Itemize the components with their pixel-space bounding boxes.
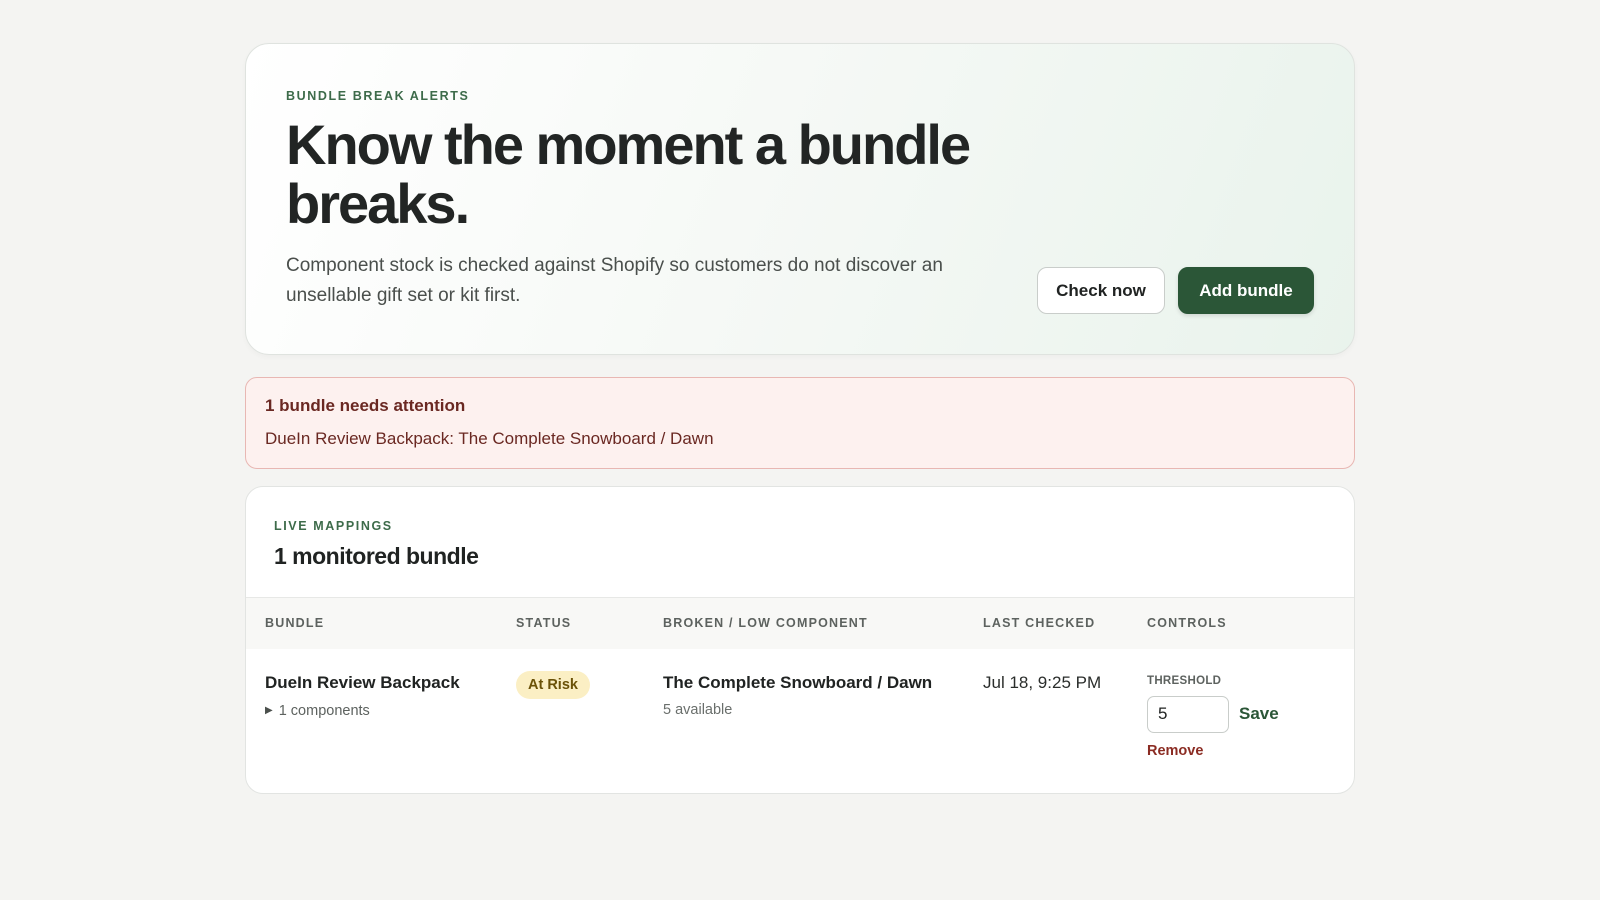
- attention-alert: 1 bundle needs attention DueIn Review Ba…: [245, 377, 1355, 469]
- disclosure-triangle-icon: ▶: [265, 705, 273, 716]
- column-header-component: BROKEN / LOW COMPONENT: [663, 616, 868, 631]
- page: BUNDLE BREAK ALERTS Know the moment a bu…: [245, 0, 1355, 794]
- cell-bundle: DueIn Review Backpack ▶ 1 components: [246, 649, 516, 759]
- components-count: 1 components: [278, 702, 370, 719]
- column-header-last-checked: LAST CHECKED: [983, 616, 1096, 631]
- status-badge: At Risk: [516, 670, 590, 699]
- column-header-controls: CONTROLS: [1147, 616, 1227, 631]
- mappings-header: LIVE MAPPINGS 1 monitored bundle: [246, 487, 1354, 597]
- threshold-input[interactable]: [1147, 695, 1229, 733]
- remove-button[interactable]: Remove: [1147, 743, 1354, 759]
- mappings-eyebrow: LIVE MAPPINGS: [274, 519, 393, 533]
- hero-eyebrow: BUNDLE BREAK ALERTS: [286, 89, 470, 103]
- threshold-row: Save: [1147, 695, 1354, 733]
- cell-component: The Complete Snowboard / Dawn 5 availabl…: [663, 649, 983, 759]
- threshold-label: THRESHOLD: [1147, 674, 1222, 687]
- column-header-status: STATUS: [516, 616, 572, 631]
- save-button[interactable]: Save: [1239, 704, 1279, 724]
- alert-item: DueIn Review Backpack: The Complete Snow…: [265, 429, 714, 448]
- column-header-bundle: BUNDLE: [265, 616, 325, 631]
- components-toggle[interactable]: ▶ 1 components: [265, 703, 516, 719]
- cell-last-checked: Jul 18, 9:25 PM: [983, 649, 1147, 759]
- table-header-row: BUNDLE STATUS BROKEN / LOW COMPONENT LAS…: [246, 597, 1354, 649]
- check-now-button[interactable]: Check now: [1037, 267, 1165, 314]
- hero-card: BUNDLE BREAK ALERTS Know the moment a bu…: [245, 43, 1355, 355]
- add-bundle-button[interactable]: Add bundle: [1178, 267, 1314, 314]
- cell-status: At Risk: [516, 649, 663, 759]
- last-checked: Jul 18, 9:25 PM: [983, 672, 1102, 692]
- mappings-card: LIVE MAPPINGS 1 monitored bundle BUNDLE …: [245, 486, 1355, 794]
- hero-subtitle: Component stock is checked against Shopi…: [286, 255, 943, 306]
- bundle-name: DueIn Review Backpack: [265, 672, 460, 692]
- cell-controls: THRESHOLD Save Remove: [1147, 649, 1354, 759]
- hero-actions: Check now Add bundle: [1037, 267, 1314, 314]
- page-title: Know the moment a bundle breaks.: [286, 113, 971, 235]
- mappings-title: 1 monitored bundle: [274, 543, 479, 569]
- component-name: The Complete Snowboard / Dawn: [663, 672, 933, 692]
- alert-title: 1 bundle needs attention: [265, 396, 466, 415]
- table-row: DueIn Review Backpack ▶ 1 components At …: [246, 649, 1354, 759]
- component-available: 5 available: [663, 701, 733, 718]
- mappings-table: BUNDLE STATUS BROKEN / LOW COMPONENT LAS…: [246, 597, 1354, 759]
